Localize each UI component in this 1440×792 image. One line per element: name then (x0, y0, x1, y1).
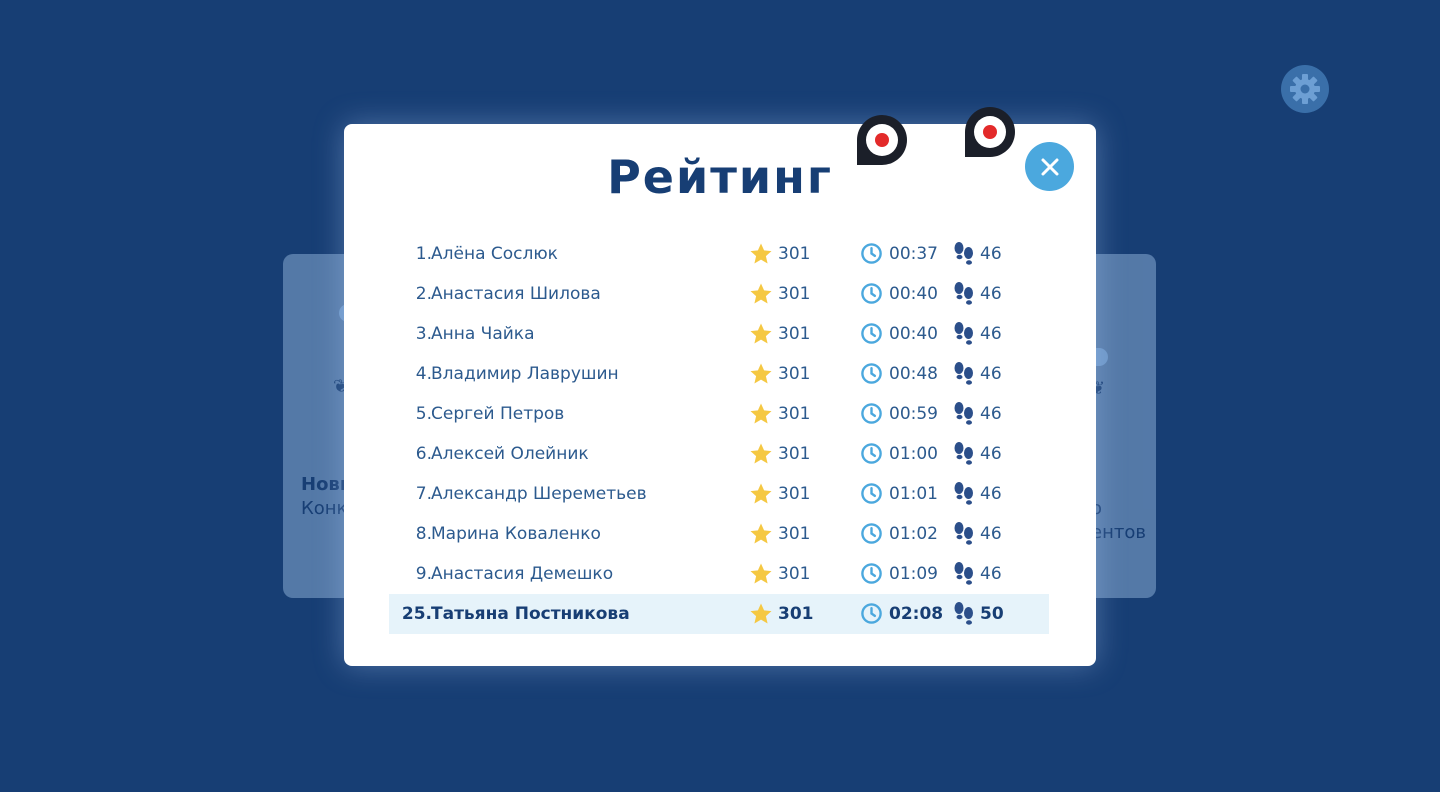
row-steps: 46 (980, 324, 1002, 344)
row-name: Анастасия Шилова (431, 284, 601, 304)
footprints-icon (954, 322, 973, 345)
footprints-icon (954, 242, 973, 265)
row-steps: 46 (980, 484, 1002, 504)
leaderboard-row: 1. Алёна Сослюк 301 00:37 46 (389, 234, 1049, 274)
leaderboard-row: 5. Сергей Петров 301 00:59 46 (389, 394, 1049, 434)
gear-icon (1290, 74, 1320, 104)
leaderboard-row: 3. Анна Чайка 301 00:40 46 (389, 314, 1049, 354)
footprints-icon (954, 282, 973, 305)
row-time: 01:00 (889, 444, 938, 464)
row-rank: 1. (415, 244, 432, 264)
star-icon (750, 363, 772, 384)
leaderboard-row: 9. Анастасия Демешко 301 01:09 46 (389, 554, 1049, 594)
star-icon (750, 443, 772, 464)
footprints-icon (954, 522, 973, 545)
row-time: 00:40 (889, 324, 938, 344)
row-rank: 2. (415, 284, 432, 304)
clock-icon (861, 403, 882, 424)
row-name: Александр Шереметьев (431, 484, 647, 504)
star-icon (750, 523, 772, 544)
row-name: Анна Чайка (431, 324, 535, 344)
row-score: 301 (778, 364, 811, 384)
row-name: Анастасия Демешко (431, 564, 614, 584)
leaderboard-row: 7. Александр Шереметьев 301 01:01 46 (389, 474, 1049, 514)
row-time: 01:02 (889, 524, 938, 544)
record-icon[interactable] (857, 115, 907, 165)
row-time: 01:01 (889, 484, 938, 504)
leaderboard-row: 6. Алексей Олейник 301 01:00 46 (389, 434, 1049, 474)
leaderboard-row: 4. Владимир Лаврушин 301 00:48 46 (389, 354, 1049, 394)
row-name: Алёна Сослюк (431, 244, 558, 264)
clock-icon (861, 483, 882, 504)
settings-button[interactable] (1281, 65, 1329, 113)
star-icon (750, 283, 772, 304)
star-icon (750, 483, 772, 504)
row-time: 00:48 (889, 364, 938, 384)
row-score: 301 (778, 524, 811, 544)
row-score: 301 (778, 484, 811, 504)
row-score: 301 (778, 324, 811, 344)
footprints-icon (954, 562, 973, 585)
card-subtitle: Конк (301, 498, 348, 519)
row-steps: 46 (980, 364, 1002, 384)
row-time: 02:08 (889, 604, 944, 624)
row-time: 00:59 (889, 404, 938, 424)
row-score: 301 (778, 244, 811, 264)
clock-icon (861, 443, 882, 464)
clock-icon (861, 283, 882, 304)
row-name: Марина Коваленко (431, 524, 601, 544)
modal-title: Рейтинг (607, 150, 833, 204)
row-score: 301 (778, 604, 814, 624)
row-name: Алексей Олейник (431, 444, 589, 464)
row-rank: 5. (415, 404, 432, 424)
star-icon (750, 403, 772, 424)
row-score: 301 (778, 284, 811, 304)
row-score: 301 (778, 404, 811, 424)
row-steps: 50 (980, 604, 1004, 624)
row-time: 01:09 (889, 564, 938, 584)
row-rank: 7. (415, 484, 432, 504)
row-steps: 46 (980, 564, 1002, 584)
footprints-icon (954, 442, 973, 465)
row-rank: 4. (415, 364, 432, 384)
footprints-icon (954, 602, 973, 625)
leaderboard-row: 2. Анастасия Шилова 301 00:40 46 (389, 274, 1049, 314)
clock-icon (861, 363, 882, 384)
row-name: Владимир Лаврушин (431, 364, 619, 384)
row-time: 00:37 (889, 244, 938, 264)
row-steps: 46 (980, 404, 1002, 424)
row-steps: 46 (980, 524, 1002, 544)
star-icon (750, 563, 772, 584)
row-rank: 25. (401, 604, 432, 624)
clock-icon (861, 523, 882, 544)
row-rank: 8. (415, 524, 432, 544)
row-steps: 46 (980, 284, 1002, 304)
row-time: 00:40 (889, 284, 938, 304)
footprints-icon (954, 362, 973, 385)
star-icon (750, 243, 772, 264)
clock-icon (861, 563, 882, 584)
clock-icon (861, 603, 882, 624)
row-name: Татьяна Постникова (431, 604, 630, 624)
card-subtitle: ентов (1091, 522, 1146, 543)
star-icon (750, 323, 772, 344)
row-score: 301 (778, 564, 811, 584)
row-rank: 9. (415, 564, 432, 584)
leaderboard-row: 8. Марина Коваленко 301 01:02 46 (389, 514, 1049, 554)
row-rank: 6. (415, 444, 432, 464)
row-score: 301 (778, 444, 811, 464)
row-rank: 3. (415, 324, 432, 344)
current-user-row: 25. Татьяна Постникова 301 02:08 50 (389, 594, 1049, 634)
close-button[interactable] (1025, 142, 1074, 191)
row-steps: 46 (980, 444, 1002, 464)
close-icon (1041, 158, 1058, 175)
row-name: Сергей Петров (431, 404, 565, 424)
star-icon (750, 603, 772, 624)
clock-icon (861, 243, 882, 264)
footprints-icon (954, 402, 973, 425)
clock-icon (861, 323, 882, 344)
footprints-icon (954, 482, 973, 505)
record-icon[interactable] (965, 107, 1015, 157)
row-steps: 46 (980, 244, 1002, 264)
